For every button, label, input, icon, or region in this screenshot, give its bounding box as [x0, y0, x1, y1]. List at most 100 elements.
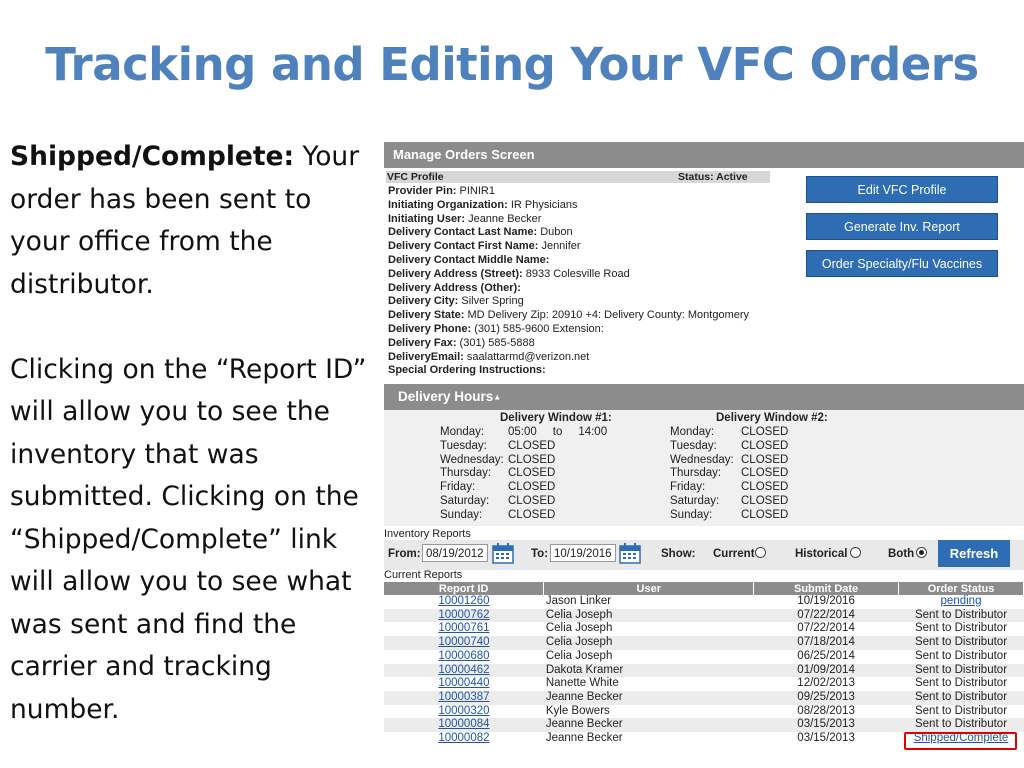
user-cell: Celia Joseph — [545, 649, 613, 662]
profile-line-value: (301) 585-5888 — [456, 336, 535, 349]
edit-vfc-profile-button[interactable]: Edit VFC Profile — [806, 176, 998, 203]
report-id-link[interactable]: 10000082 — [438, 732, 489, 744]
user-cell: Dakota Kramer — [543, 663, 754, 678]
report-id-link[interactable]: 10001260 — [438, 595, 489, 607]
historical-radio[interactable] — [850, 547, 861, 558]
inventory-reports-label: Inventory Reports — [384, 528, 471, 540]
profile-line: Delivery Fax: (301) 585-5888 — [388, 337, 749, 351]
report-id-link[interactable]: 10000387 — [438, 691, 489, 703]
column-header[interactable]: Submit Date — [753, 582, 900, 595]
profile-line: Delivery Phone: (301) 585-9600 Extension… — [388, 323, 749, 337]
profile-line-label: Delivery Fax: — [388, 336, 457, 349]
report-id-link[interactable]: 10000680 — [438, 650, 489, 662]
order-status-cell: Sent to Distributor — [898, 690, 1024, 705]
delivery-day: Thursday: — [670, 467, 722, 480]
table-row: 10000320 Kyle Bowers 08/28/2013 Sent to Dis… — [384, 705, 1024, 719]
refresh-button[interactable]: Refresh — [938, 540, 1010, 567]
submit-date-cell: 09/25/2013 — [753, 690, 899, 705]
user-cell: Celia Joseph — [543, 636, 754, 650]
profile-line-value: Jeanne Becker — [465, 212, 542, 225]
to-calendar-icon[interactable] — [619, 543, 641, 564]
report-id-cell: 10000761 — [384, 622, 544, 636]
delivery-time: CLOSED — [508, 439, 556, 452]
profile-line-value: Jennifer — [538, 240, 581, 253]
generate-inv-report-button[interactable]: Generate Inv. Report — [806, 213, 998, 240]
report-id-link[interactable]: 10000761 — [438, 622, 489, 634]
order-status-cell: Sent to Distributor — [898, 663, 1024, 678]
profile-line-value: (301) 585-9600 Extension: — [471, 322, 604, 335]
delivery-time: CLOSED — [508, 453, 556, 466]
delivery-day: Sunday: — [440, 508, 483, 521]
from-label: From: — [388, 548, 421, 560]
profile-line-label: Special Ordering Instructions: — [388, 364, 546, 377]
profile-line: Delivery Address (Street): 8933 Colesvil… — [388, 268, 749, 282]
both-radio[interactable] — [916, 547, 927, 558]
report-id-cell: 10000762 — [384, 608, 544, 623]
profile-line: Delivery Address (Other): — [388, 282, 749, 296]
from-calendar-icon[interactable] — [492, 543, 514, 564]
report-id-link[interactable]: 10000740 — [438, 636, 489, 648]
table-row: 10000462 Dakota Kramer 01/09/2014 Sent to D… — [384, 663, 1024, 678]
report-id-cell: 10000387 — [384, 690, 544, 705]
profile-line-label: Delivery Contact First Name: — [388, 240, 539, 253]
user-cell: Jeanne Becker — [545, 732, 623, 745]
report-id-cell: 10000440 — [384, 677, 544, 691]
profile-line-value: 8933 Colesville Road — [522, 267, 630, 280]
order-status-cell: Sent to Distributor — [898, 608, 1024, 623]
vfc-profile-label: VFC Profile — [387, 171, 444, 183]
submit-date-cell: 01/09/2014 — [753, 663, 899, 678]
order-status-cell: pending — [899, 595, 1024, 609]
delivery-hours-bar[interactable]: Delivery Hours▲ — [384, 384, 1024, 410]
current-reports-table: Report ID User Submit Date Order Status 100… — [384, 582, 1024, 746]
report-id-link[interactable]: 10000462 — [438, 664, 489, 676]
column-header[interactable]: Report ID — [384, 582, 545, 595]
profile-line-value: IR Physicians — [507, 198, 578, 211]
table-row: 10000440 Nanette White 12/02/2013 Sent to D… — [384, 677, 1024, 691]
delivery-time: CLOSED — [741, 426, 789, 438]
delivery-window-2-title: Delivery Window #2: — [716, 412, 828, 424]
to-date-field[interactable]: 10/19/2016 — [550, 544, 616, 562]
user-cell: Jeanne Becker — [543, 690, 754, 705]
column-header[interactable]: Order Status — [898, 582, 1024, 595]
user-cell: Jason Linker — [545, 595, 612, 607]
current-label: Current — [713, 548, 755, 560]
current-radio[interactable] — [755, 547, 766, 558]
report-id-link[interactable]: 10000320 — [438, 705, 489, 717]
report-id-cell: 10000680 — [384, 650, 544, 664]
table-row: 10000740 Celia Joseph 07/18/2014 Sent to Di… — [384, 636, 1024, 650]
table-row: 10000762 Celia Joseph 07/22/2014 Sent to Di… — [384, 608, 1024, 623]
vfc-profile-details: Provider Pin: PINIR1 Initiating Organizat… — [388, 185, 749, 378]
delivery-day: Friday: — [440, 481, 476, 494]
profile-line-label: Delivery Phone: — [388, 322, 472, 335]
from-date-field[interactable]: 08/19/2012 — [422, 544, 488, 562]
delivery-time: CLOSED — [741, 508, 789, 521]
column-header[interactable]: User — [543, 582, 755, 595]
delivery-day: Thursday: — [440, 467, 492, 480]
current-reports-label: Current Reports — [384, 569, 463, 581]
delivery-day: Tuesday: — [670, 439, 717, 452]
report-id-link[interactable]: 10000440 — [438, 677, 489, 689]
table-row: 10000761 Celia Joseph 07/22/2014 Sent to Di… — [384, 622, 1024, 636]
both-label: Both — [888, 548, 915, 560]
profile-line: DeliveryEmail: saalattarmd@verizon.net — [388, 351, 749, 365]
report-id-link[interactable]: 10000762 — [438, 609, 489, 621]
submit-date-cell: 07/22/2014 — [797, 622, 855, 635]
table-header-row: Report ID User Submit Date Order Status — [384, 582, 1024, 595]
profile-line-label: Delivery City: — [388, 295, 459, 308]
profile-line-label: Provider Pin: — [388, 185, 457, 197]
delivery-time: CLOSED — [741, 467, 789, 480]
order-status-cell: Sent to Distributor — [898, 636, 1024, 650]
profile-line-label: Delivery Contact Last Name: — [388, 226, 538, 239]
paragraph-shipped-complete: Shipped/Complete: Your order has been se… — [10, 136, 375, 306]
submit-date-cell: 03/15/2013 — [797, 732, 855, 745]
order-specialty-flu-button[interactable]: Order Specialty/Flu Vaccines — [806, 250, 998, 277]
historical-label: Historical — [795, 548, 848, 560]
profile-line-label: DeliveryEmail: — [388, 350, 464, 363]
report-id-link[interactable]: 10000084 — [438, 718, 489, 730]
profile-line-label: Initiating User: — [388, 212, 466, 225]
manage-orders-screenshot: Manage Orders Screen VFC Profile Status:… — [384, 142, 1024, 754]
delivery-time: CLOSED — [741, 481, 789, 494]
pending-status-link[interactable]: pending — [941, 595, 982, 607]
report-id-cell: 10000740 — [384, 636, 544, 650]
report-id-cell: 10000320 — [384, 705, 544, 719]
